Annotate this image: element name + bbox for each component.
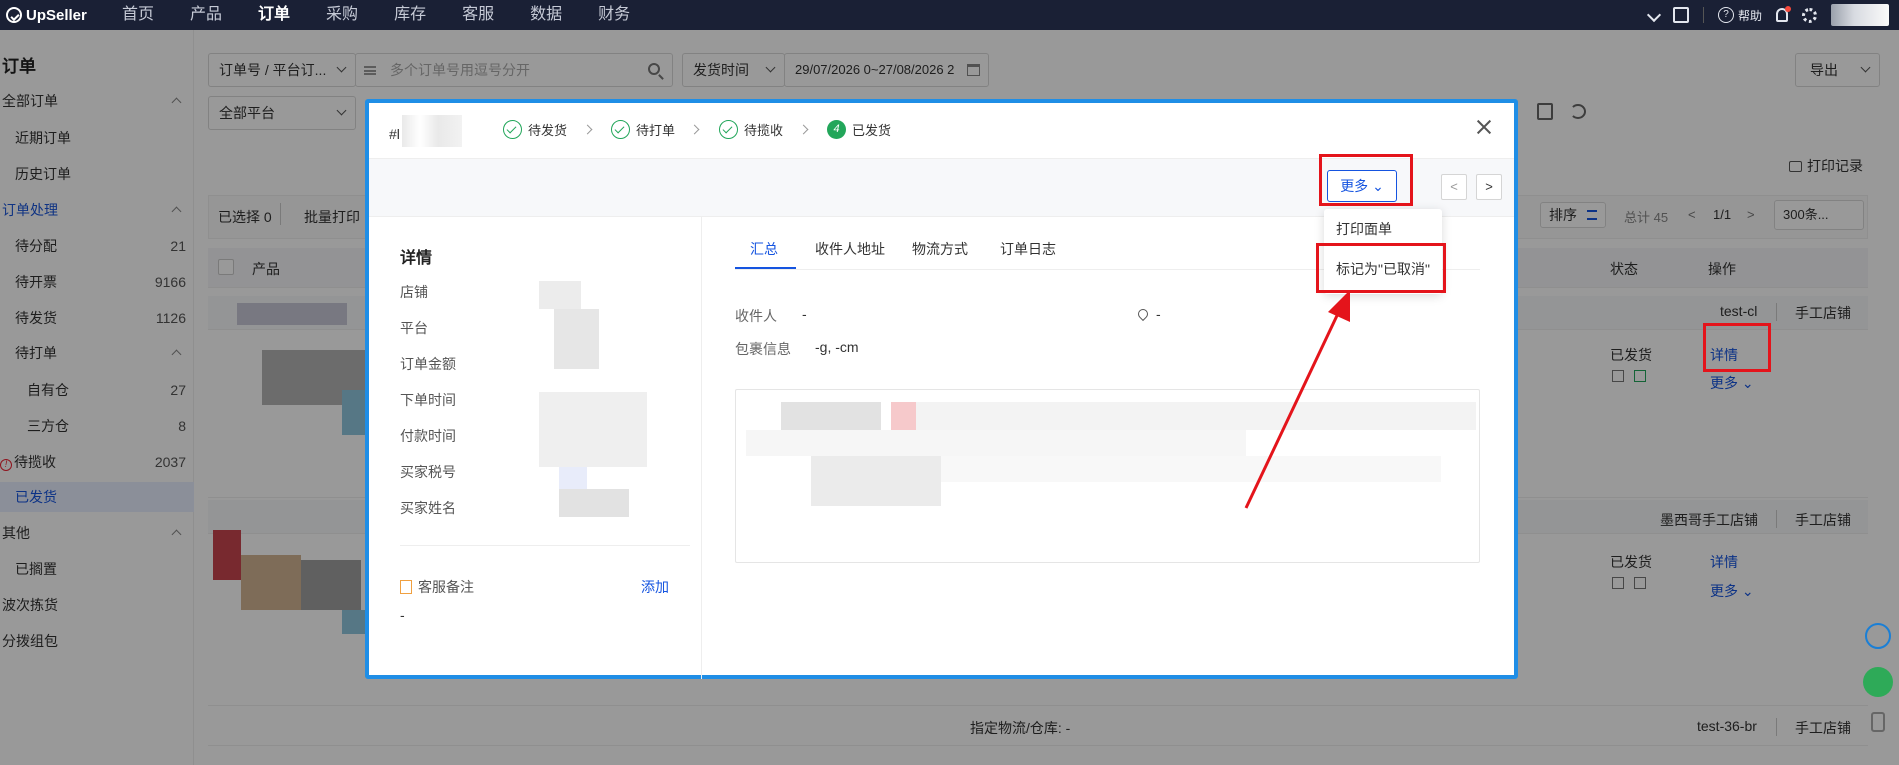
recipient-label: 收件人 xyxy=(735,308,777,324)
field-order-time: 下单时间 xyxy=(400,392,456,408)
package-value: -g, -cm xyxy=(815,339,859,355)
step-number: 4 xyxy=(827,119,846,139)
chevron-right-icon xyxy=(689,124,700,135)
blurred-value xyxy=(554,309,599,369)
field-store: 店铺 xyxy=(400,284,428,300)
blurred-order-id xyxy=(401,115,462,147)
nav-data[interactable]: 数据 xyxy=(530,0,562,30)
step-label: 待发货 xyxy=(528,122,568,138)
headset-icon[interactable] xyxy=(1865,623,1891,649)
chevron-right-icon xyxy=(798,124,809,135)
bell-icon[interactable] xyxy=(1776,6,1791,22)
chevron-right-icon xyxy=(582,124,593,135)
order-number: #l xyxy=(389,115,462,147)
blurred-value xyxy=(539,392,647,467)
note-icon xyxy=(400,580,412,594)
close-icon[interactable] xyxy=(1474,117,1494,137)
location-row: - xyxy=(1135,306,1161,322)
nav-products[interactable]: 产品 xyxy=(190,0,222,30)
order-items-box xyxy=(735,389,1480,563)
blurred-item xyxy=(811,456,941,506)
tab-recipient-address[interactable]: 收件人地址 xyxy=(815,239,885,259)
highlight-more-box xyxy=(1319,154,1413,206)
logo-icon xyxy=(6,7,22,23)
tab-summary[interactable]: 汇总 xyxy=(750,239,778,259)
nav-orders[interactable]: 订单 xyxy=(258,0,290,30)
blurred-item xyxy=(891,402,916,430)
step-label: 待打单 xyxy=(636,122,676,138)
step-to-pickup: 待揽收 xyxy=(719,119,783,139)
field-buyer-name: 买家姓名 xyxy=(400,500,456,516)
blurred-value xyxy=(539,281,581,309)
blurred-item xyxy=(781,402,881,430)
nav-finance[interactable]: 财务 xyxy=(598,0,630,30)
step-shipped: 4 已发货 xyxy=(827,119,891,139)
wrench-icon[interactable] xyxy=(1646,7,1662,23)
field-platform: 平台 xyxy=(400,320,428,336)
divider xyxy=(400,545,690,546)
arrow-head xyxy=(1328,290,1350,322)
check-circle-icon xyxy=(503,119,522,139)
arrow-shaft xyxy=(1244,304,1344,509)
prev-order-button[interactable]: < xyxy=(1441,174,1467,200)
recipient-value: - xyxy=(802,306,807,322)
blurred-value xyxy=(559,467,587,489)
nav-home[interactable]: 首页 xyxy=(122,0,154,30)
details-panel: 详情 店铺 平台 订单金额 下单时间 付款时间 买家税号 买家姓名 客服备注 添… xyxy=(369,217,702,679)
top-bar: UpSeller 首页 产品 订单 采购 库存 客服 数据 财务 ? 帮助 xyxy=(0,0,1899,30)
blurred-item xyxy=(941,456,1441,482)
blurred-value xyxy=(559,489,629,517)
brand-logo[interactable]: UpSeller xyxy=(6,4,87,26)
step-to-print: 待打单 xyxy=(611,119,675,139)
package-label: 包裹信息 xyxy=(735,341,791,357)
phone-icon[interactable] xyxy=(1871,712,1885,732)
field-pay-time: 付款时间 xyxy=(400,428,456,444)
help-link[interactable]: ? 帮助 xyxy=(1717,7,1762,24)
topbar-actions: ? 帮助 xyxy=(1646,0,1899,30)
remark-section: 客服备注 xyxy=(400,577,474,597)
gear-icon[interactable] xyxy=(1802,7,1817,23)
brand-name: UpSeller xyxy=(26,6,87,24)
check-circle-icon xyxy=(719,119,738,139)
field-amount: 订单金额 xyxy=(400,356,456,372)
menu-item-print-label[interactable]: 打印面单 xyxy=(1336,215,1392,243)
help-label: 帮助 xyxy=(1737,8,1762,23)
location-value: - xyxy=(1156,306,1161,322)
step-to-ship: 待发货 xyxy=(503,119,567,139)
nav-service[interactable]: 客服 xyxy=(462,0,494,30)
remark-add-link[interactable]: 添加 xyxy=(641,577,669,597)
main-nav: 首页 产品 订单 采购 库存 客服 数据 财务 xyxy=(122,0,666,30)
tab-shipping-method[interactable]: 物流方式 xyxy=(912,239,968,259)
help-icon: ? xyxy=(1717,7,1734,23)
tab-order-log[interactable]: 订单日志 xyxy=(1000,239,1056,259)
order-number-label: #l xyxy=(389,126,400,142)
step-label: 已发货 xyxy=(852,122,892,138)
blurred-item xyxy=(746,430,1246,456)
nav-purchase[interactable]: 采购 xyxy=(326,0,358,30)
chat-icon[interactable] xyxy=(1863,667,1893,697)
nav-inventory[interactable]: 库存 xyxy=(394,0,426,30)
annotation-arrow xyxy=(1244,290,1350,509)
details-title: 详情 xyxy=(400,250,433,267)
user-avatar[interactable] xyxy=(1831,4,1889,26)
next-order-button[interactable]: > xyxy=(1476,174,1502,200)
remark-label: 客服备注 xyxy=(418,579,474,595)
blurred-item xyxy=(916,402,1476,430)
highlight-details-box xyxy=(1703,323,1771,372)
location-pin-icon xyxy=(1135,306,1151,322)
step-label: 待揽收 xyxy=(744,122,784,138)
field-tax-id: 买家税号 xyxy=(400,464,456,480)
modal-header: #l 待发货 待打单 待揽收 4 已发货 xyxy=(369,103,1514,159)
remark-value: - xyxy=(400,607,405,623)
check-circle-icon xyxy=(611,119,630,139)
apps-grid-icon[interactable] xyxy=(1672,7,1689,23)
